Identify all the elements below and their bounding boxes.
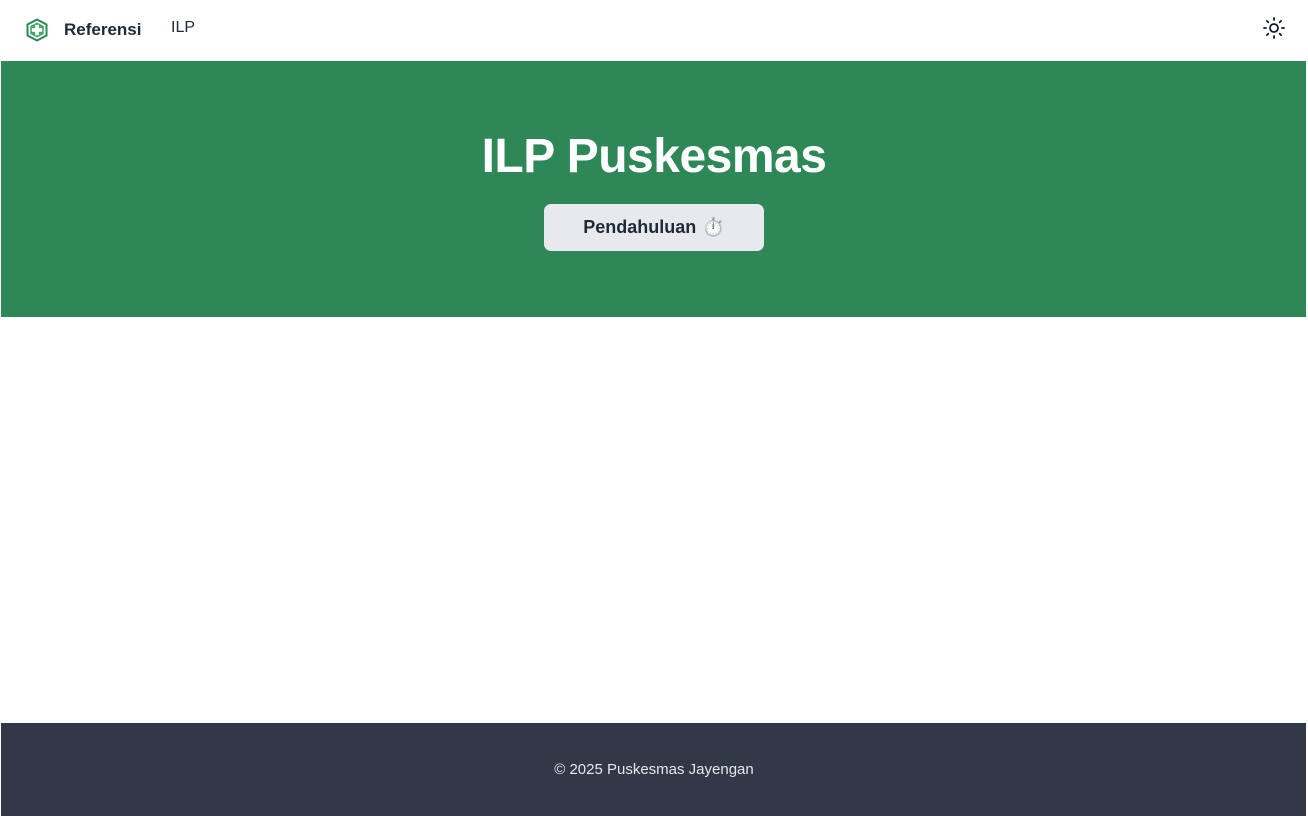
stopwatch-icon: ⏱️	[702, 217, 725, 238]
pendahuluan-button[interactable]: Pendahuluan ⏱️	[544, 204, 764, 251]
hero-section	[1, 61, 1306, 317]
pendahuluan-button-label: Pendahuluan	[583, 217, 697, 237]
brand-title: Referensi	[64, 20, 142, 39]
hero-title: ILP Puskesmas	[481, 130, 827, 183]
page: Referensi ILP ILP Puskesmas Pendahuluan …	[0, 0, 1308, 816]
footer-copyright: © 2025 Puskesmas Jayengan	[554, 761, 754, 778]
sun-icon	[1262, 16, 1286, 45]
brand-link[interactable]: Referensi	[25, 18, 141, 42]
nav-link-ilp[interactable]: ILP	[171, 19, 195, 37]
navbar: Referensi ILP	[0, 0, 1308, 61]
health-cross-logo-icon	[25, 18, 49, 42]
theme-toggle-button[interactable]	[1262, 16, 1286, 45]
